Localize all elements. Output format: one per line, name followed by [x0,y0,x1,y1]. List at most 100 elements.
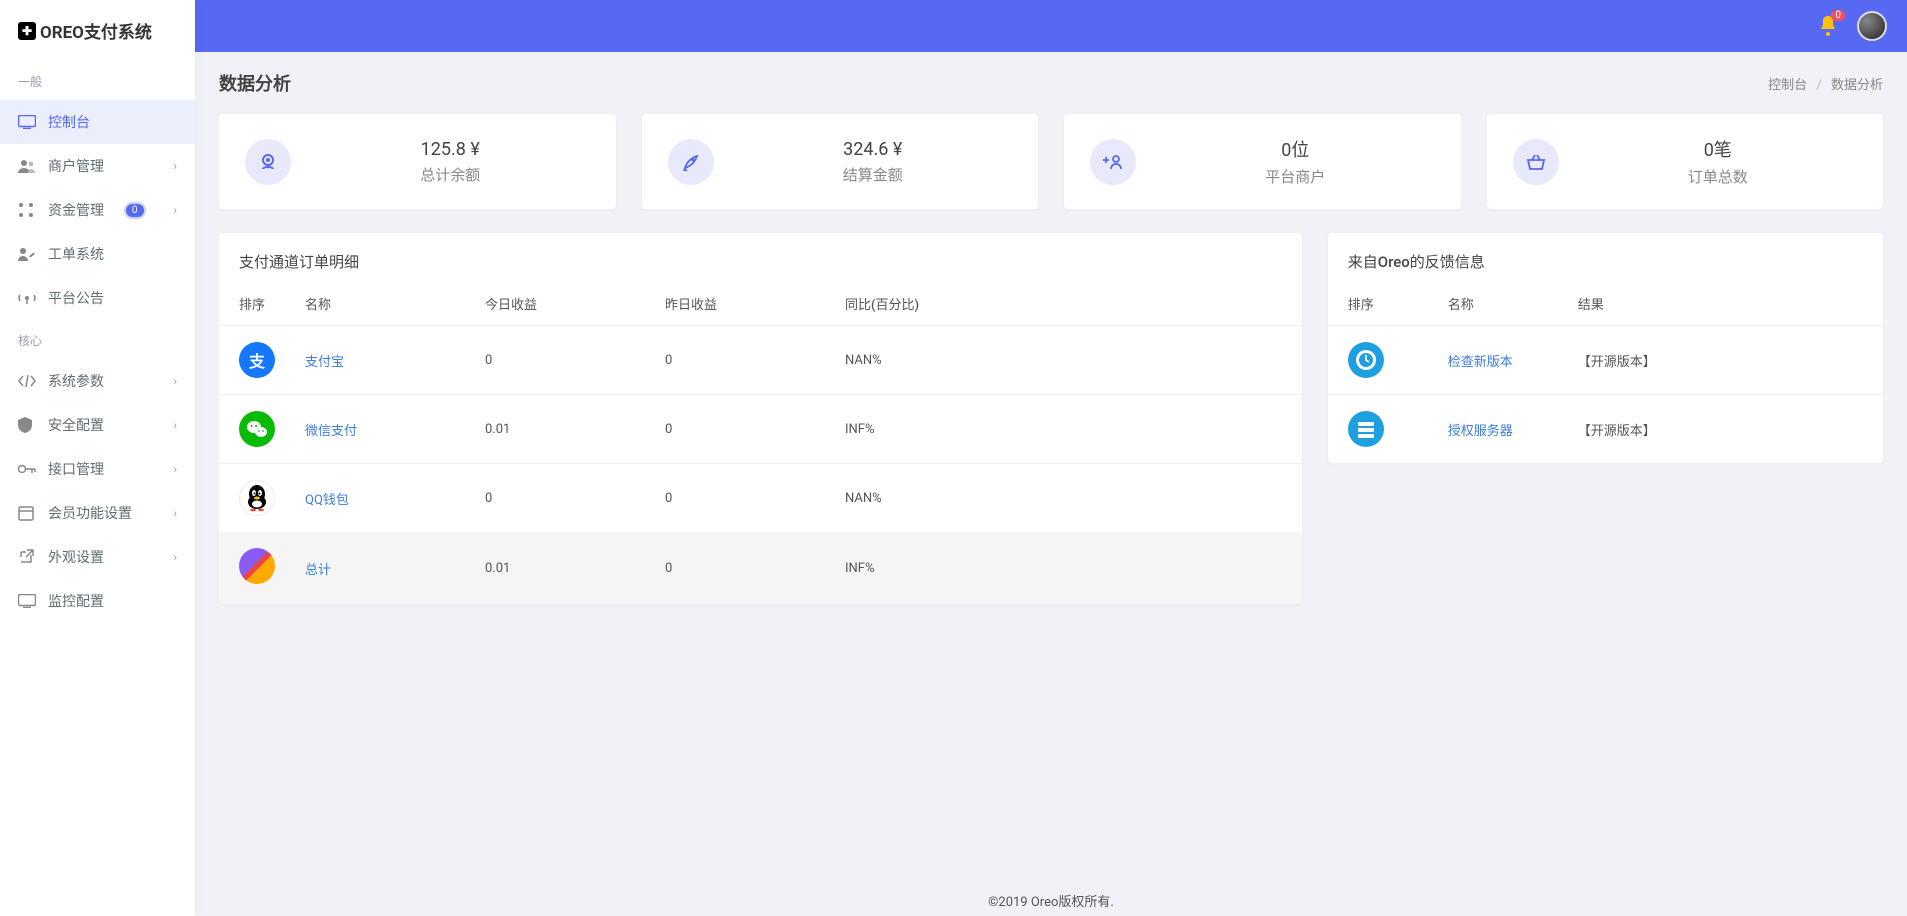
nav-label: 控制台 [48,112,90,132]
nav-label: 工单系统 [48,244,104,264]
table-row: 检查新版本 【开源版本】 [1328,326,1883,395]
yesterday-value: 0 [655,532,835,604]
yesterday-value: 0 [655,395,835,464]
stat-label: 平台商户 [1156,166,1435,187]
nav-ticket[interactable]: 工单系统 [0,232,195,276]
today-value: 0 [475,464,655,533]
nav-label: 接口管理 [48,459,104,479]
table-row: 微信支付 0.010INF% [219,395,1302,464]
nav-label: 系统参数 [48,371,104,391]
chevron-right-icon: › [173,203,177,217]
pct-value: INF% [835,395,1302,464]
stats-row: 125.8 ¥ 总计余额 324.6 ¥结算金额 0位平台商户 0笔订单总数 [195,114,1907,233]
monitor-icon [18,115,38,129]
channel-name-link[interactable]: 微信支付 [305,424,357,439]
channel-name-link[interactable]: 支付宝 [305,355,344,370]
qq-icon [239,480,275,516]
server-icon [1348,411,1384,447]
nav-fund[interactable]: 资金管理 0 › [0,188,195,232]
nav-appearance[interactable]: 外观设置 › [0,535,195,579]
app-name: OREO支付系统 [40,18,152,43]
nav-api[interactable]: 接口管理 › [0,447,195,491]
basket-icon [1513,139,1559,185]
nav-label: 商户管理 [48,156,104,176]
stat-label: 订单总数 [1579,166,1858,187]
pct-value: INF% [835,532,1302,604]
rocket-icon [668,139,714,185]
table-header: 名称 [295,282,475,326]
page-header: 数据分析 控制台 / 数据分析 [195,52,1907,114]
today-value: 0 [475,326,655,395]
breadcrumb-root[interactable]: 控制台 [1768,78,1807,93]
table-header: 今日收益 [475,282,655,326]
monitor-icon [18,594,38,608]
code-icon [18,375,38,387]
table-header: 名称 [1438,282,1568,326]
notification-bell[interactable]: 0 [1819,16,1837,36]
result-value: 【开源版本】 [1568,326,1883,395]
table-row: 授权服务器 【开源版本】 [1328,395,1883,464]
nav-sysparams[interactable]: 系统参数 › [0,359,195,403]
result-value: 【开源版本】 [1568,395,1883,464]
stat-balance: 125.8 ¥ 总计余额 [219,114,616,209]
channel-orders-panel: 支付通道订单明细 排序名称今日收益昨日收益同比(百分比) 支支付宝00NAN%微… [219,233,1302,604]
footer: ©2019 Oreo版权所有. [195,891,1907,916]
sidebar: ✚ OREO支付系统 一般 控制台 商户管理 › 资金管理 0 › 工单系统 平… [0,0,195,916]
feedback-panel: 来自Oreo的反馈信息 排序名称结果 检查新版本【开源版本】授权服务器【开源版本… [1328,233,1883,463]
table-header: 排序 [1328,282,1438,326]
stat-value: 0位 [1156,136,1435,162]
nav-label: 会员功能设置 [48,503,132,523]
table-header: 昨日收益 [655,282,835,326]
user-avatar[interactable] [1857,11,1887,41]
pct-value: NAN% [835,326,1302,395]
alipay-icon: 支 [239,342,275,378]
stat-orders: 0笔订单总数 [1487,114,1884,209]
piechart-icon [239,548,275,584]
page-title: 数据分析 [219,70,291,96]
today-value: 0.01 [475,532,655,604]
panel-title: 来自Oreo的反馈信息 [1328,233,1883,282]
nav-member[interactable]: 会员功能设置 › [0,491,195,535]
stat-merchants: 0位平台商户 [1064,114,1461,209]
nav-announce[interactable]: 平台公告 [0,276,195,320]
panel-title: 支付通道订单明细 [219,233,1302,282]
update-icon [1348,342,1384,378]
bell-badge: 0 [1831,10,1845,21]
feedback-table: 排序名称结果 检查新版本【开源版本】授权服务器【开源版本】 [1328,282,1883,463]
breadcrumb: 控制台 / 数据分析 [1768,74,1883,93]
camera-icon [245,139,291,185]
nav-merchant[interactable]: 商户管理 › [0,144,195,188]
broadcast-icon [18,291,38,305]
logo[interactable]: ✚ OREO支付系统 [0,0,195,61]
chevron-right-icon: › [173,418,177,432]
key-icon [18,464,38,474]
add-user-icon [1090,139,1136,185]
table-header: 排序 [219,282,295,326]
feedback-name-link[interactable]: 检查新版本 [1448,355,1513,370]
nav-monitor[interactable]: 监控配置 [0,579,195,623]
nav-label: 监控配置 [48,591,104,611]
stat-label: 总计余额 [311,164,590,185]
table-header: 同比(百分比) [835,282,1302,326]
channel-name-link[interactable]: QQ钱包 [305,493,349,508]
stat-settlement: 324.6 ¥结算金额 [642,114,1039,209]
table-header: 结果 [1568,282,1883,326]
nav-security[interactable]: 安全配置 › [0,403,195,447]
channel-name-link[interactable]: 总计 [305,563,331,578]
shield-icon [18,417,38,433]
nav-section-core: 核心 [0,320,195,359]
feedback-name-link[interactable]: 授权服务器 [1448,424,1513,439]
wechat-icon [239,411,275,447]
breadcrumb-current: 数据分析 [1831,78,1883,93]
chevron-right-icon: › [173,159,177,173]
nav-label: 资金管理 [48,200,104,220]
chevron-right-icon: › [173,374,177,388]
stat-value: 125.8 ¥ [311,139,590,160]
today-value: 0.01 [475,395,655,464]
yesterday-value: 0 [655,326,835,395]
chevron-right-icon: › [173,462,177,476]
yesterday-value: 0 [655,464,835,533]
nav-label: 安全配置 [48,415,104,435]
stat-value: 0笔 [1579,136,1858,162]
nav-control-panel[interactable]: 控制台 [0,100,195,144]
